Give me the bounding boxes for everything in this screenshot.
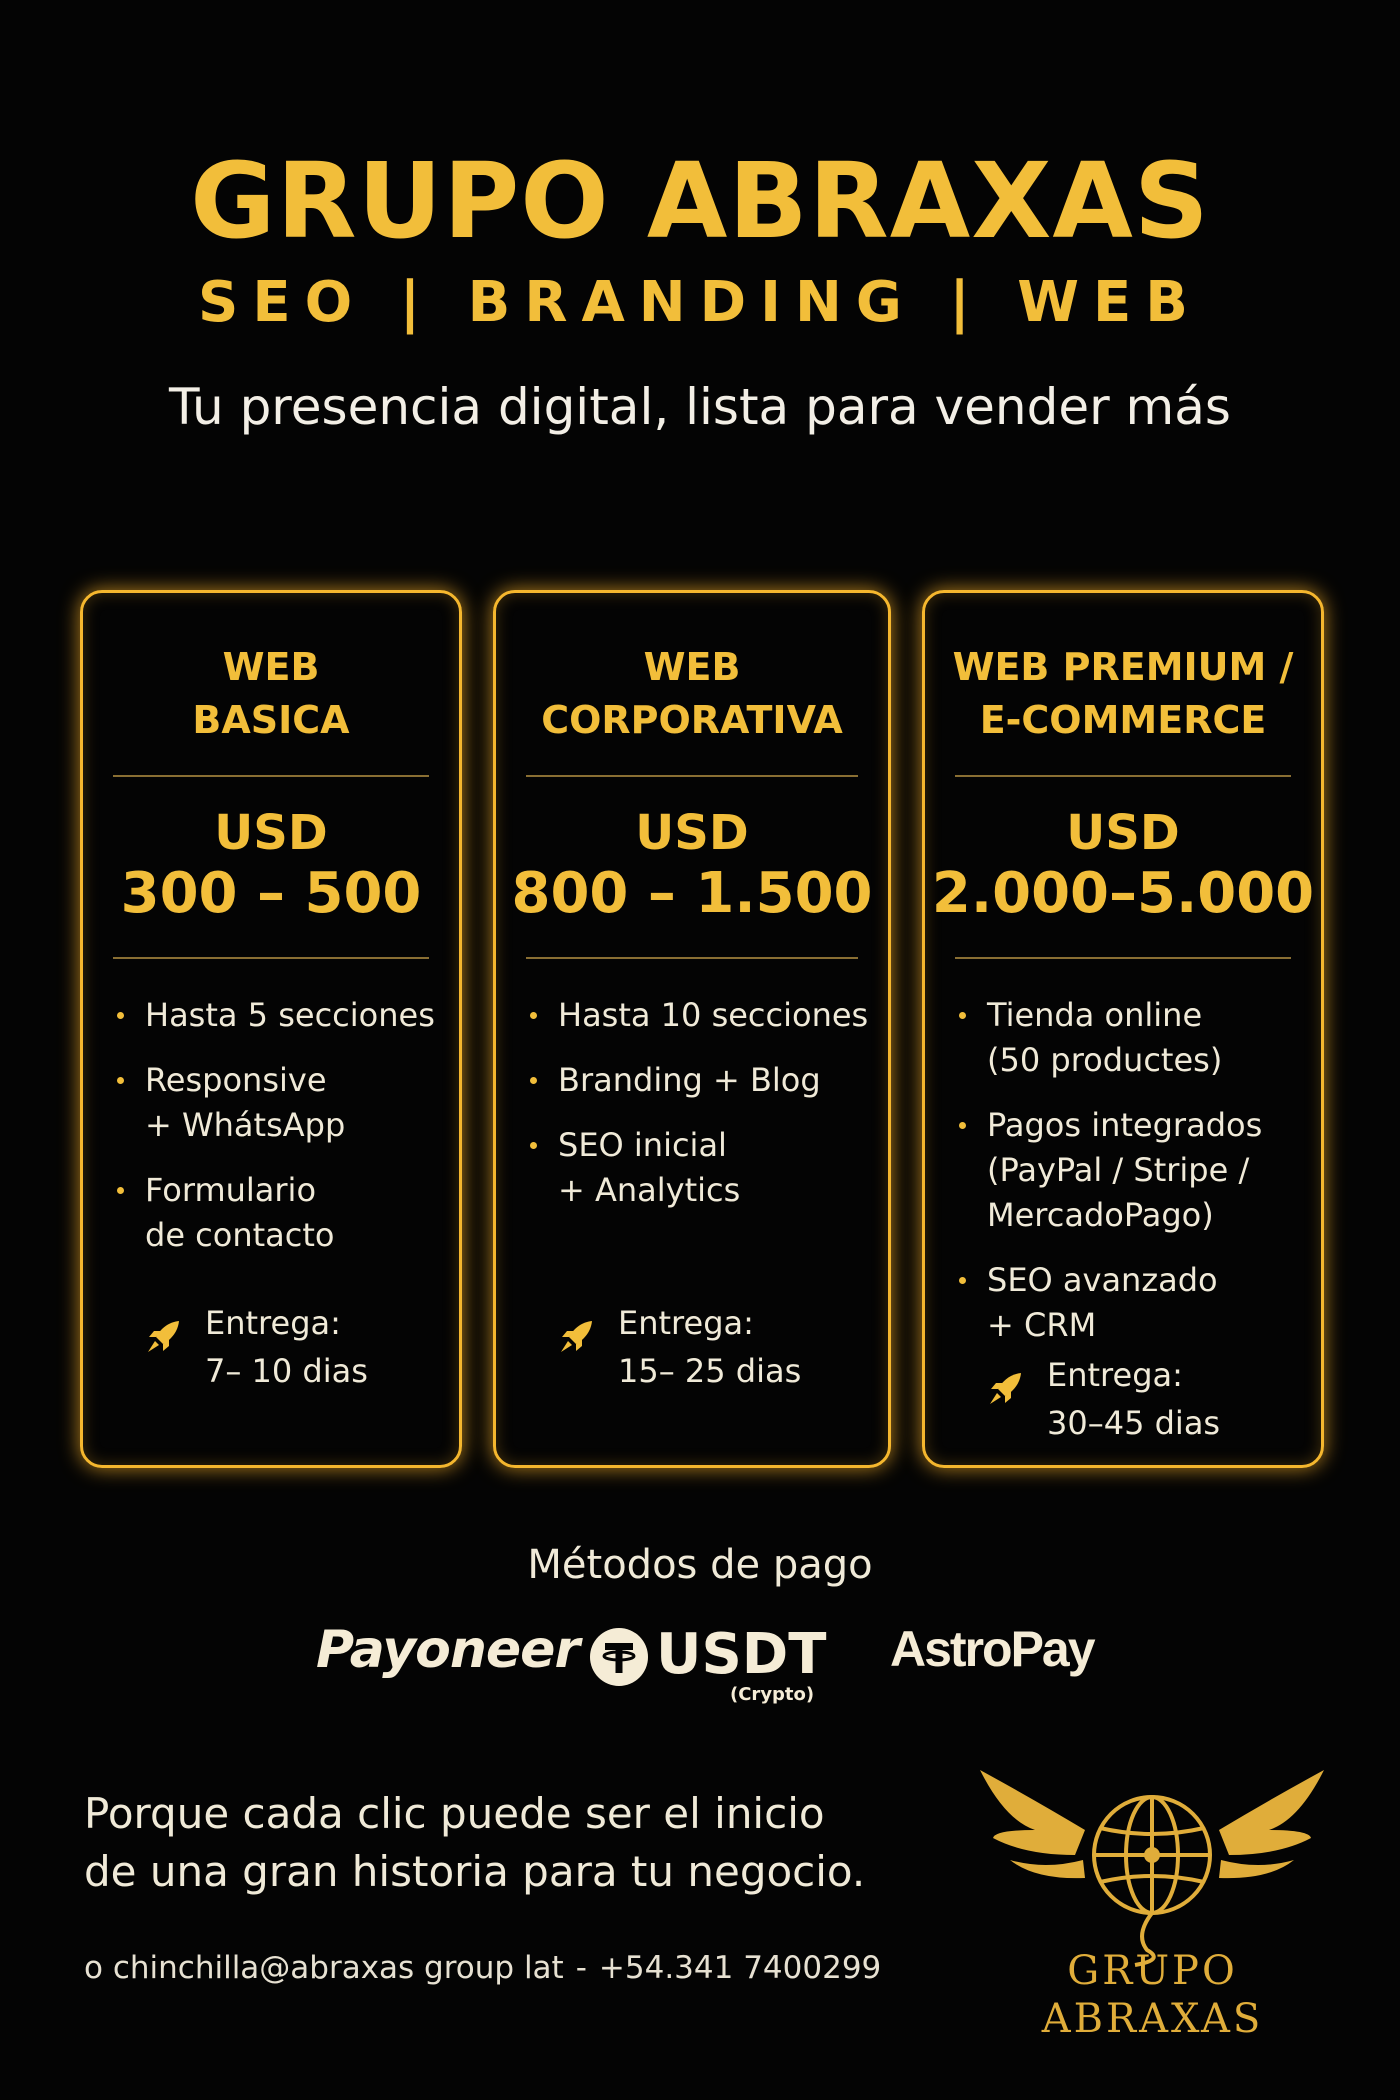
tagline: Tu presencia digital, lista para vender …	[169, 378, 1231, 436]
plan-card-corporate[interactable]: WEB CORPORATIVA USD 800 – 1.500 Hasta 10…	[493, 590, 891, 1468]
feature-text: Hasta 5 secciones	[145, 996, 435, 1034]
bullet-icon	[117, 1187, 124, 1194]
contact-line: o chinchilla@abraxas group lat - +54.341 7…	[84, 1950, 944, 1986]
plan-price: 300 – 500	[120, 861, 422, 926]
plan-price: 2.000–5.000	[931, 861, 1315, 926]
winged-globe-icon	[980, 1770, 1324, 1967]
feature-item: Formulario de contacto	[113, 1168, 449, 1258]
rocket-icon	[561, 1321, 592, 1352]
feature-list: Tienda online (50 productes) Pagos integ…	[955, 993, 1311, 1368]
feature-text: Tienda online (50 productes)	[987, 996, 1223, 1079]
payoneer-logo: Payoneer	[316, 1620, 580, 1680]
feature-text: SEO inicial + Analytics	[558, 1126, 741, 1209]
contact-phone[interactable]: +54.341 7400299	[599, 1950, 881, 1986]
feature-item: Pagos integrados (PayPal / Stripe / Merc…	[955, 1103, 1311, 1238]
logo-line-2: ABRAXAS	[1041, 1996, 1264, 2042]
bullet-icon	[959, 1012, 966, 1019]
feature-list: Hasta 5 secciones Responsive + WhátsApp …	[113, 993, 449, 1278]
bullet-icon	[117, 1012, 124, 1019]
brand-services: SEO | BRANDING | WEB	[198, 270, 1202, 335]
feature-text: Hasta 10 secciones	[558, 996, 869, 1034]
usdt-sublabel: (Crypto)	[730, 1684, 815, 1705]
closing-message: Porque cada clic puede ser el inicio de …	[84, 1789, 866, 1896]
tether-icon	[590, 1628, 648, 1686]
feature-item: Branding + Blog	[526, 1058, 878, 1103]
bullet-icon	[959, 1122, 966, 1129]
usdt-label: USDT	[656, 1622, 827, 1687]
brand-title: GRUPO ABRAXAS	[190, 140, 1210, 262]
plan-card-premium[interactable]: WEB PREMIUM / E-COMMERCE USD 2.000–5.000…	[922, 590, 1324, 1468]
delivery-text: Entrega: 30–45 dias	[1047, 1356, 1221, 1442]
rocket-icon	[148, 1321, 179, 1352]
contact-separator: -	[575, 1950, 587, 1986]
feature-item: SEO avanzado + CRM	[955, 1258, 1311, 1348]
bullet-icon	[117, 1077, 124, 1084]
divider	[955, 957, 1291, 959]
feature-text: Branding + Blog	[558, 1061, 821, 1099]
plan-currency: USD	[635, 805, 749, 861]
divider	[113, 957, 429, 959]
divider	[526, 957, 858, 959]
rocket-icon	[990, 1373, 1021, 1404]
delivery-text: Entrega: 15– 25 dias	[618, 1304, 802, 1390]
bullet-icon	[530, 1012, 537, 1019]
plan-card-basic[interactable]: WEB BASICA USD 300 – 500 Hasta 5 seccion…	[80, 590, 462, 1468]
bullet-icon	[530, 1077, 537, 1084]
logo-line-1: GRUPO	[1067, 1948, 1238, 1994]
divider	[955, 775, 1291, 777]
plan-name: WEB CORPORATIVA	[541, 645, 843, 742]
feature-item: SEO inicial + Analytics	[526, 1123, 878, 1213]
feature-item: Responsive + WhátsApp	[113, 1058, 449, 1148]
payments-heading: Métodos de pago	[527, 1542, 873, 1588]
feature-text: Formulario de contacto	[145, 1171, 335, 1254]
plan-currency: USD	[214, 805, 328, 861]
delivery-text: Entrega: 7– 10 dias	[205, 1304, 368, 1390]
pricing-flyer: GRUPO ABRAXAS SEO | BRANDING | WEB Tu pr…	[0, 0, 1400, 2100]
feature-text: SEO avanzado + CRM	[987, 1261, 1218, 1344]
feature-item: Hasta 5 secciones	[113, 993, 449, 1038]
astropay-logo: AstroPay	[890, 1621, 1096, 1677]
feature-text: Responsive + WhátsApp	[145, 1061, 346, 1144]
divider	[526, 775, 858, 777]
contact-email[interactable]: o chinchilla@abraxas group lat	[84, 1950, 564, 1986]
feature-text: Pagos integrados (PayPal / Stripe / Merc…	[987, 1106, 1263, 1234]
feature-item: Tienda online (50 productes)	[955, 993, 1311, 1083]
feature-item: Hasta 10 secciones	[526, 993, 878, 1038]
plan-currency: USD	[1066, 805, 1180, 861]
plan-name: WEB PREMIUM / E-COMMERCE	[952, 645, 1294, 742]
plan-name: WEB BASICA	[192, 645, 350, 742]
plan-price: 800 – 1.500	[511, 861, 873, 926]
bullet-icon	[530, 1142, 537, 1149]
feature-list: Hasta 10 secciones Branding + Blog SEO i…	[526, 993, 878, 1233]
bullet-icon	[959, 1277, 966, 1284]
divider	[113, 775, 429, 777]
